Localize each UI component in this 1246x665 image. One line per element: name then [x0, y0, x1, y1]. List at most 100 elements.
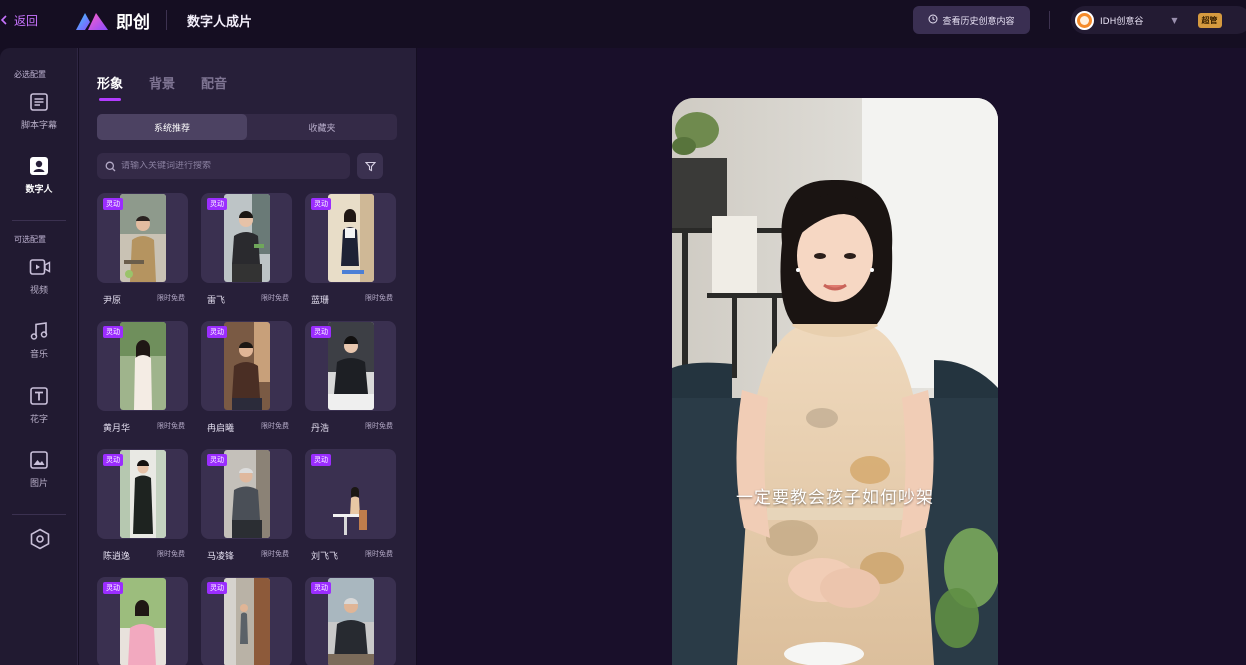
tab-background[interactable]: 背景: [149, 73, 175, 92]
avatar-photo: [224, 578, 270, 665]
filter-icon: [364, 157, 376, 176]
filter-button[interactable]: [357, 153, 383, 179]
avatar-thumbnail: 灵动: [201, 193, 292, 283]
avatar-card[interactable]: 灵动 尹原 限时免费: [97, 193, 188, 306]
avatar-photo: [328, 194, 374, 282]
vip-badge: 超管: [1197, 12, 1222, 28]
header-divider-2: [1049, 11, 1050, 29]
settings-hex-icon: [29, 528, 50, 550]
avatar-name: 蓝珊: [311, 296, 330, 306]
dynamic-badge: 灵动: [103, 326, 123, 338]
rail-item-script[interactable]: 脚本字幕: [0, 92, 78, 144]
avatar-thumbnail: 灵动: [305, 321, 396, 411]
search-box: [97, 153, 350, 179]
avatar-photo: [120, 194, 166, 282]
free-tag: 限时免费: [365, 422, 393, 430]
required-config-label: 必选配置: [14, 70, 46, 79]
rail-item-text-effects[interactable]: 花字: [0, 386, 78, 438]
video-preview[interactable]: 一定要教会孩子如何吵架: [672, 98, 998, 665]
search-icon: [105, 157, 116, 176]
rail-divider: [12, 220, 66, 221]
avatar-card[interactable]: 灵动 雷飞 限时免费: [201, 193, 292, 306]
avatar: [1075, 10, 1094, 30]
avatar-name: 尹原: [103, 296, 122, 306]
avatar-photo: [120, 578, 166, 665]
account-name: IDH创意谷: [1100, 16, 1144, 27]
avatar-photo: [328, 578, 374, 665]
avatar-thumbnail: 灵动: [305, 193, 396, 283]
avatar-card[interactable]: 灵动: [97, 577, 188, 665]
free-tag: 限时免费: [365, 294, 393, 302]
search-input[interactable]: [121, 161, 341, 171]
rail-item-video[interactable]: 视频: [0, 257, 78, 309]
avatar-name: 黄月华: [103, 424, 131, 434]
free-tag: 限时免费: [365, 550, 393, 558]
avatar-thumbnail: 灵动: [97, 193, 188, 283]
rail-item-label: 视频: [29, 286, 48, 296]
brand-logo-icon: [74, 10, 110, 32]
avatar-name: 雷飞: [207, 296, 226, 306]
avatar-thumbnail: 灵动: [97, 321, 188, 411]
caret-down-icon: ▼: [1171, 15, 1178, 25]
image-icon: [29, 450, 49, 470]
avatar-thumbnail: 灵动: [97, 577, 188, 665]
avatar-photo: [224, 194, 270, 282]
source-switch: 系统推荐 收藏夹: [97, 114, 397, 140]
rail-item-settings[interactable]: [0, 528, 78, 580]
segment-recommended[interactable]: 系统推荐: [97, 114, 247, 140]
chevron-left-icon: [0, 14, 8, 28]
script-icon: [29, 92, 49, 112]
avatar-name: 冉启曦: [207, 424, 235, 434]
free-tag: 限时免费: [157, 550, 185, 558]
avatar-card[interactable]: 灵动 丹浩 限时免费: [305, 321, 396, 434]
dynamic-badge: 灵动: [311, 198, 331, 210]
avatar-card[interactable]: 灵动 黄月华 限时免费: [97, 321, 188, 434]
tab-voiceover[interactable]: 配音: [201, 73, 227, 92]
clock-icon: [928, 14, 938, 27]
dynamic-badge: 灵动: [103, 582, 123, 594]
avatar-card[interactable]: 灵动 冉启曦 限时免费: [201, 321, 292, 434]
avatar-thumbnail: 灵动: [97, 449, 188, 539]
dynamic-badge: 灵动: [207, 454, 227, 466]
tab-appearance[interactable]: 形象: [97, 73, 123, 101]
account-menu[interactable]: IDH创意谷 ▼ 超管: [1071, 6, 1246, 34]
segment-favorites[interactable]: 收藏夹: [247, 114, 397, 140]
avatar-card[interactable]: 灵动 陈逍逸 限时免费: [97, 449, 188, 562]
avatar-name: 陈逍逸: [103, 552, 131, 562]
avatar-name: 马凌锋: [207, 552, 235, 562]
text-icon: [29, 386, 49, 406]
free-tag: 限时免费: [261, 550, 289, 558]
avatar-thumbnail: 灵动: [201, 449, 292, 539]
dynamic-badge: 灵动: [311, 454, 331, 466]
rail-divider: [12, 514, 66, 515]
dynamic-badge: 灵动: [311, 582, 331, 594]
rail-item-music[interactable]: 音乐: [0, 321, 78, 373]
optional-config-label: 可选配置: [14, 235, 46, 244]
rail-item-digital-human[interactable]: 数字人: [0, 156, 78, 208]
avatar-card[interactable]: 灵动: [201, 577, 292, 665]
brand-name: 即创: [116, 13, 150, 33]
rail-item-image[interactable]: 图片: [0, 450, 78, 502]
avatar-thumbnail: 灵动: [305, 577, 396, 665]
avatar-photo: [328, 322, 374, 410]
back-button[interactable]: 返回: [0, 12, 38, 29]
brand-logo[interactable]: 即创: [74, 8, 150, 33]
avatar-card[interactable]: 灵动 马凌锋 限时免费: [201, 449, 292, 562]
music-icon: [29, 321, 49, 341]
avatar-thumbnail: 灵动: [305, 449, 396, 539]
rail-item-label: 花字: [29, 415, 48, 425]
rail-item-label: 数字人: [25, 185, 53, 195]
avatar-card[interactable]: 灵动 蓝珊 限时免费: [305, 193, 396, 306]
back-label: 返回: [14, 14, 39, 28]
avatar-card[interactable]: 灵动 刘飞飞 限时免费: [305, 449, 396, 562]
avatar-photo: [224, 322, 270, 410]
avatar-card[interactable]: 灵动: [305, 577, 396, 665]
dynamic-badge: 灵动: [311, 326, 331, 338]
history-label: 查看历史创意内容: [942, 16, 1015, 27]
header-divider: [166, 10, 167, 30]
avatar-name: 丹浩: [311, 424, 330, 434]
avatar-panel: 形象 背景 配音 系统推荐 收藏夹 灵动 尹原限时免费: [79, 48, 416, 665]
rail-item-label: 音乐: [29, 350, 48, 360]
free-tag: 限时免费: [157, 294, 185, 302]
history-button[interactable]: 查看历史创意内容: [913, 6, 1030, 34]
